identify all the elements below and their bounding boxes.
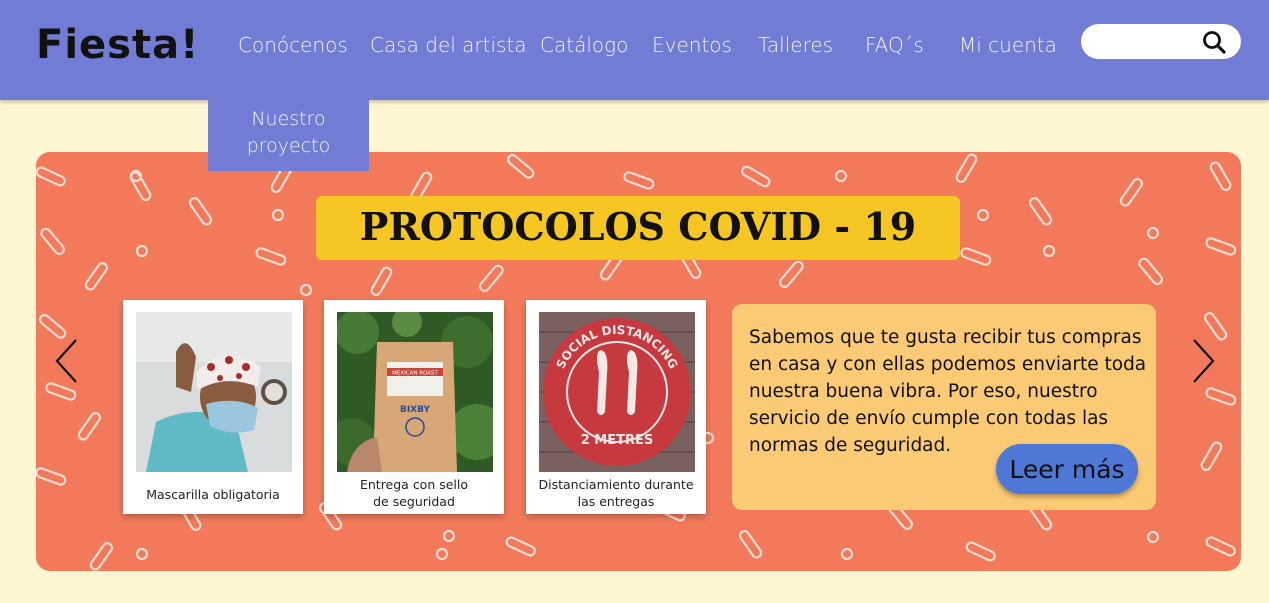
search-icon[interactable] xyxy=(1201,29,1227,55)
nav-eventos[interactable]: Eventos xyxy=(652,33,732,57)
svg-text:BIXBY: BIXBY xyxy=(400,405,431,415)
nav-mi-cuenta[interactable]: Mi cuenta xyxy=(959,33,1057,57)
search-box[interactable] xyxy=(1081,24,1241,59)
svg-text:2 METRES: 2 METRES xyxy=(581,433,654,448)
info-box: Sabemos que te gusta recibir tus compras… xyxy=(732,304,1156,510)
photo-distancing-sticker: SOCIAL DISTANCING 2 METRES xyxy=(539,312,695,472)
site-logo[interactable]: Fiesta! xyxy=(36,22,199,68)
card-caption: Mascarilla obligatoria xyxy=(146,487,280,502)
card-caption: Distanciamiento durante las entregas xyxy=(538,477,694,509)
chevron-left-icon[interactable] xyxy=(54,338,80,384)
nav-talleres[interactable]: Talleres xyxy=(758,33,833,57)
covid-banner: PROTOCOLOS COVID - 19 Mascarilla obligat… xyxy=(36,152,1241,571)
nav-catalogo[interactable]: Catálogo xyxy=(540,33,628,57)
read-more-button[interactable]: Leer más xyxy=(996,444,1138,494)
nav-faq[interactable]: FAQ´s xyxy=(865,33,924,57)
nav-conocenos[interactable]: Conócenos xyxy=(238,33,348,57)
card-distanciamiento[interactable]: SOCIAL DISTANCING 2 METRES Distanciamien… xyxy=(526,300,706,514)
dropdown-nuestro-proyecto[interactable]: Nuestro proyecto xyxy=(208,100,369,171)
svg-text:MEXICAN ROAST: MEXICAN ROAST xyxy=(392,371,438,377)
card-caption: Entrega con sello de seguridad xyxy=(359,477,469,509)
search-input[interactable] xyxy=(1095,30,1199,54)
banner-title: PROTOCOLOS COVID - 19 xyxy=(359,204,917,249)
site-header: Fiesta! Conócenos Casa del artista Catál… xyxy=(0,0,1269,100)
photo-coffee-bag: MEXICAN ROAST BIXBY xyxy=(337,312,493,472)
card-mascarilla[interactable]: Mascarilla obligatoria xyxy=(123,300,303,514)
photo-mask-worker xyxy=(136,312,292,472)
info-text: Sabemos que te gusta recibir tus compras… xyxy=(749,327,1147,456)
dropdown-item-nuestro-proyecto[interactable]: Nuestro proyecto xyxy=(208,106,369,160)
nav-casa-del-artista[interactable]: Casa del artista xyxy=(370,33,527,57)
banner-title-box: PROTOCOLOS COVID - 19 xyxy=(316,196,960,260)
card-sello-seguridad[interactable]: MEXICAN ROAST BIXBY Entrega con sello de… xyxy=(324,300,504,514)
chevron-right-icon[interactable] xyxy=(1190,338,1216,384)
